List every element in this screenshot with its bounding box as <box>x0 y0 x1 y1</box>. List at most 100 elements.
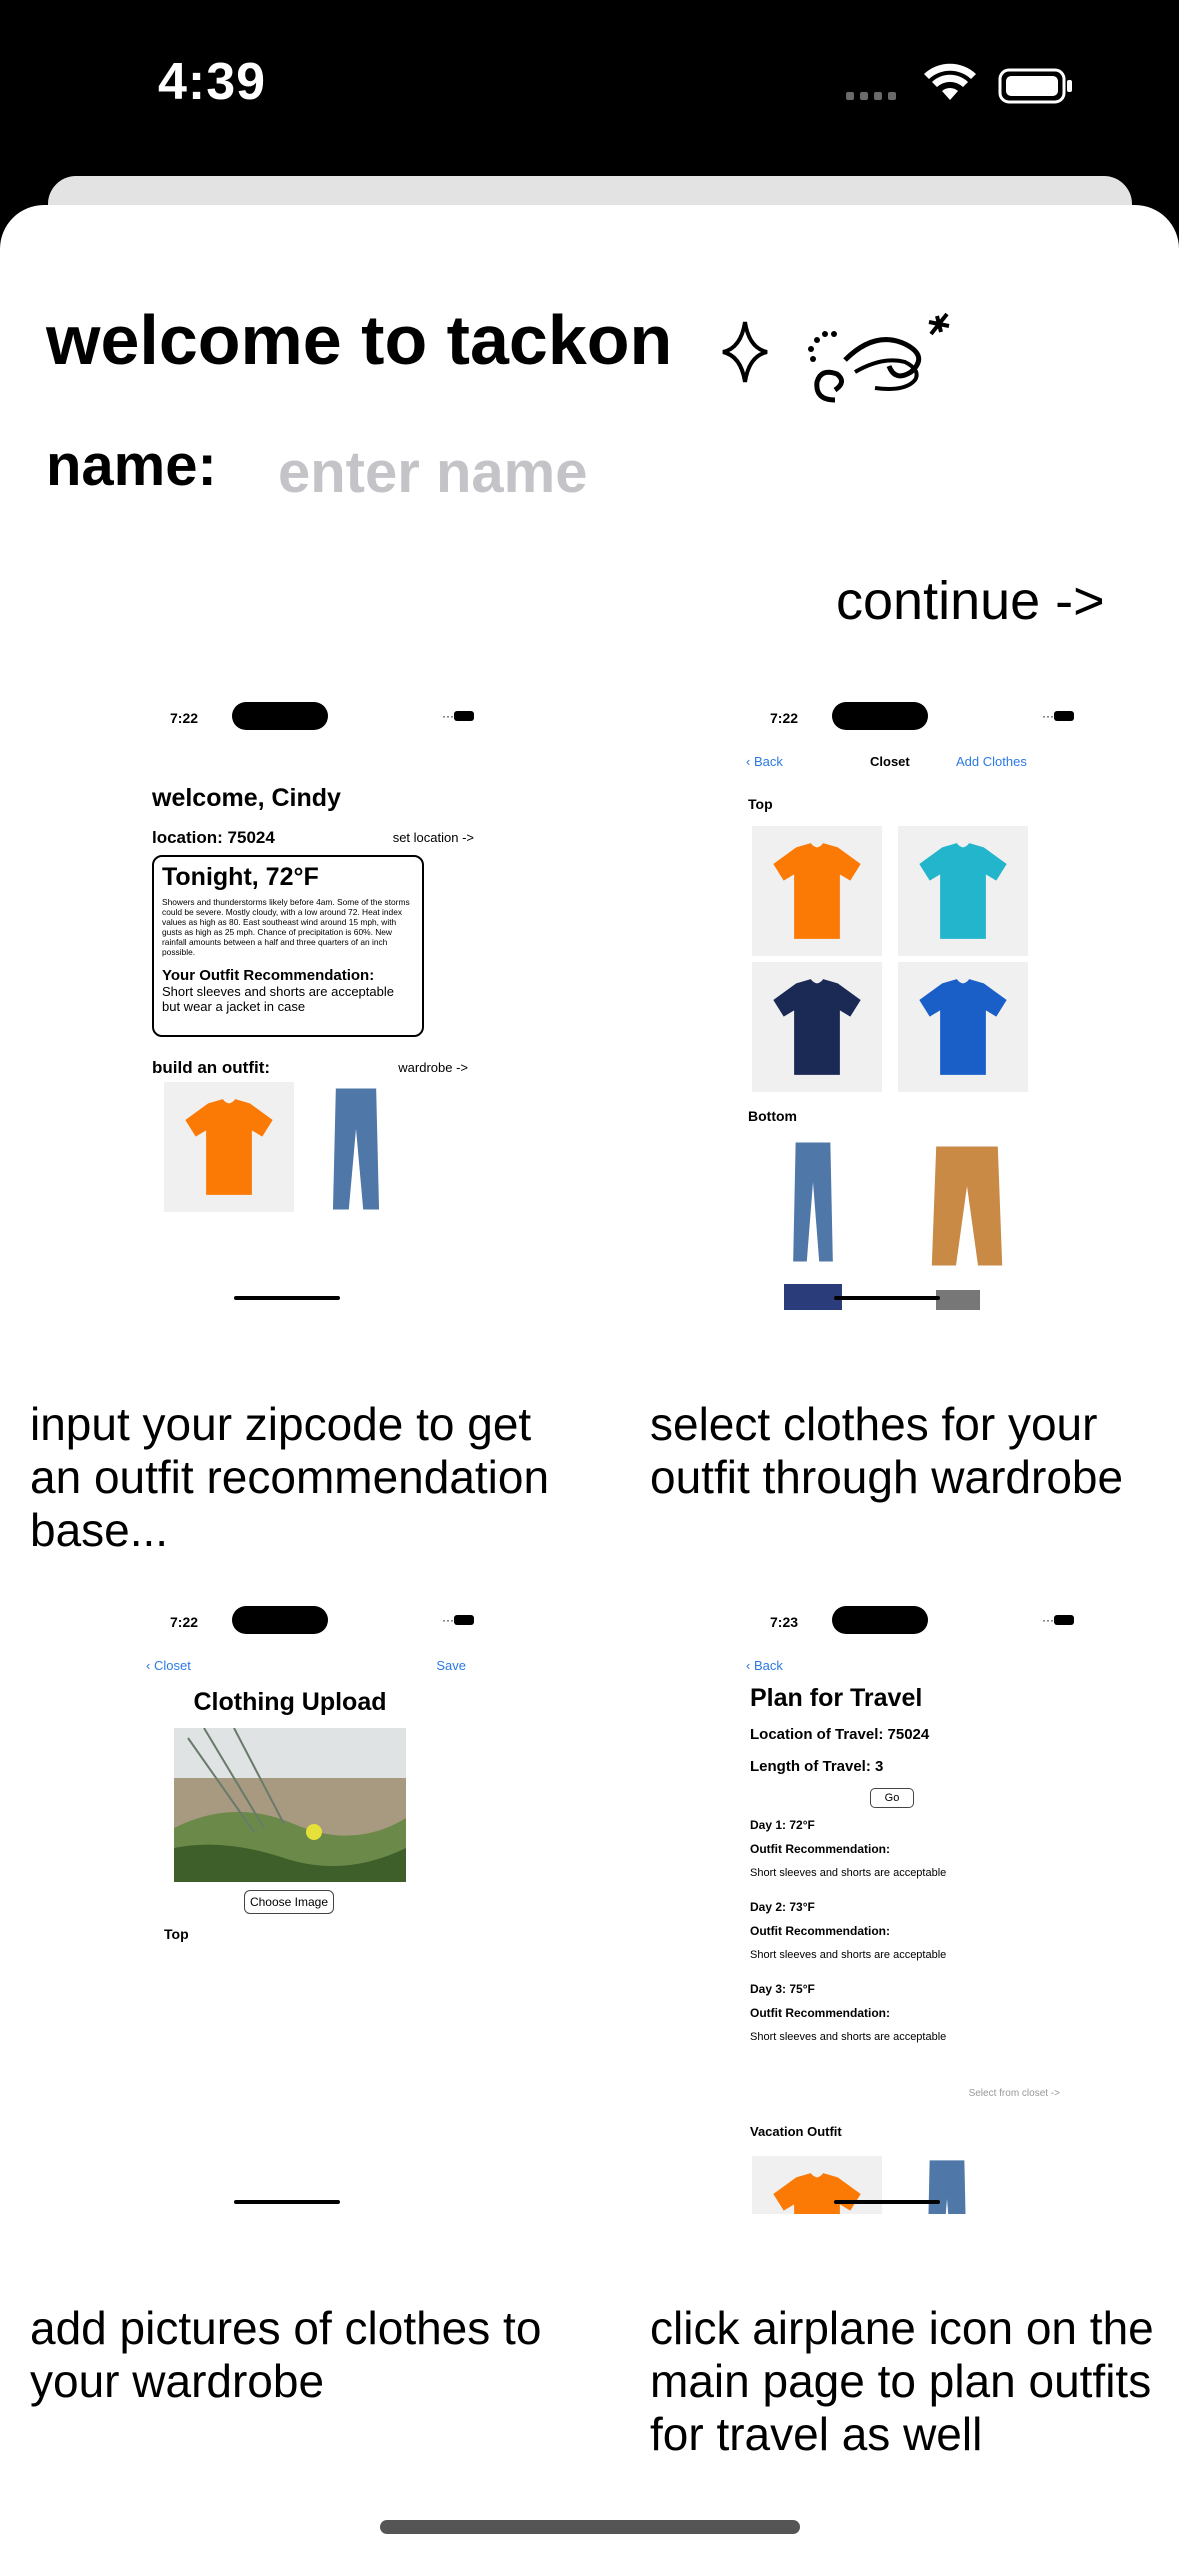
jeans-icon <box>793 1142 833 1262</box>
closet-top-item <box>752 962 882 1092</box>
go-button: Go <box>870 1788 914 1808</box>
orange-tshirt-icon <box>185 1099 273 1195</box>
add-clothes-button: Add Clothes <box>956 754 1027 769</box>
blue-tshirt-icon <box>919 979 1007 1075</box>
orange-shirt-thumbnail <box>164 1082 294 1212</box>
preview-travel-screen: 7:23 ··· ‹ Back Plan for Travel Location… <box>740 1604 1090 2214</box>
preview-upload-screen: 7:22 ··· ‹ Closet Save Clothing Upload C… <box>140 1604 490 2214</box>
back-label: Back <box>753 1658 783 1673</box>
continue-button[interactable]: continue -> <box>836 570 1105 632</box>
orange-tshirt-icon <box>773 2173 861 2214</box>
battery-icon <box>1054 1615 1074 1625</box>
weather-title: Tonight, 72°F <box>162 863 319 891</box>
recommendation-text: Short sleeves and shorts are acceptable … <box>162 984 394 1014</box>
dynamic-island <box>232 1606 328 1634</box>
dynamic-island <box>832 1606 928 1634</box>
preview-time: 7:23 <box>770 1614 799 1630</box>
day-forecast-item: Day 1: 72°F Outfit Recommendation: Short… <box>750 1818 1050 1900</box>
upload-save-button: Save <box>436 1658 466 1673</box>
battery-icon <box>998 68 1072 104</box>
welcome-title: welcome to tackon <box>46 301 673 379</box>
dynamic-island <box>232 702 328 730</box>
day-rec-text: Short sleeves and shorts are acceptable <box>750 1867 947 1879</box>
khaki-pants-icon <box>931 1146 1003 1266</box>
gray-pants-icon <box>936 1290 980 1310</box>
closet-top-item <box>898 826 1028 956</box>
upload-title: Clothing Upload <box>193 1688 387 1716</box>
preview-home-indicator <box>234 2200 340 2204</box>
set-location-link: set location -> <box>392 830 474 845</box>
name-input[interactable] <box>278 432 838 512</box>
wardrobe-link: wardrobe -> <box>398 1060 468 1075</box>
category-field: Top <box>164 1926 189 1942</box>
vacation-top-item <box>752 2156 882 2214</box>
home-indicator[interactable] <box>380 2520 800 2534</box>
preview-time: 7:22 <box>770 710 799 726</box>
day-rec-text: Short sleeves and shorts are acceptable <box>750 1949 947 1961</box>
preview-home-screen: 7:22 ··· welcome, Cindy location: 75024 … <box>140 700 490 1310</box>
preview-home-indicator <box>834 1296 940 1300</box>
preview-home-indicator <box>234 1296 340 1300</box>
wifi-icon: ··· <box>442 709 454 723</box>
closet-title: Closet <box>870 754 910 769</box>
select-from-closet-link: Select from closet -> <box>968 2088 1060 2099</box>
navy-tshirt-icon <box>773 979 861 1075</box>
wifi-icon: ··· <box>1042 709 1054 723</box>
day-rec-title: Outfit Recommendation: <box>750 2006 890 2020</box>
battery-icon <box>454 711 474 721</box>
upload-back-button: ‹ Closet <box>146 1658 191 1673</box>
back-label: Closet <box>153 1658 191 1673</box>
choose-image-button: Choose Image <box>244 1890 334 1914</box>
travel-back-button: ‹ Back <box>746 1658 783 1673</box>
battery-icon <box>1054 711 1074 721</box>
day-rec-title: Outfit Recommendation: <box>750 1924 890 1938</box>
preview-time: 7:22 <box>170 1614 199 1630</box>
caption-travel: click airplane icon on the main page to … <box>650 2302 1154 2460</box>
wifi-icon: ··· <box>1042 1613 1054 1627</box>
dynamic-island <box>832 702 928 730</box>
day-label: Day 3: 75°F <box>750 1982 815 1996</box>
jeans-icon <box>927 2160 967 2214</box>
cellular-signal-icon <box>846 92 896 100</box>
caption-closet: select clothes for your outfit through w… <box>650 1398 1124 1503</box>
preview-home-indicator <box>834 2200 940 2204</box>
day-forecast-list: Day 1: 72°F Outfit Recommendation: Short… <box>750 1818 1050 2064</box>
uploaded-plant-photo <box>174 1728 406 1882</box>
status-time: 4:39 <box>158 53 267 111</box>
bottom-section-label: Bottom <box>748 1108 797 1124</box>
day-label: Day 1: 72°F <box>750 1818 815 1832</box>
preview-time: 7:22 <box>170 710 199 726</box>
day-label: Day 2: 73°F <box>750 1900 815 1914</box>
weather-card: Tonight, 72°F Showers and thunderstorms … <box>152 855 424 1037</box>
closet-top-item <box>752 826 882 956</box>
closet-top-item <box>898 962 1028 1092</box>
name-label: name: <box>46 433 217 498</box>
home-greeting: welcome, Cindy <box>152 784 341 812</box>
preview-closet-screen: 7:22 ··· ‹ Back Closet Add Clothes Top B… <box>740 700 1090 1310</box>
day-forecast-item: Day 3: 75°F Outfit Recommendation: Short… <box>750 1982 1050 2064</box>
home-location: location: 75024 <box>152 828 275 847</box>
status-icons <box>846 63 1072 104</box>
travel-length: Length of Travel: 3 <box>750 1758 884 1775</box>
day-rec-text: Short sleeves and shorts are acceptable <box>750 2031 947 2043</box>
orange-tshirt-icon <box>773 843 861 939</box>
status-bar: 4:39 <box>0 0 1179 170</box>
travel-location: Location of Travel: 75024 <box>750 1726 930 1743</box>
vacation-outfit-label: Vacation Outfit <box>750 2124 842 2139</box>
build-outfit-label: build an outfit: <box>152 1058 271 1077</box>
sparkle-swirl-icon <box>722 312 950 403</box>
jeans-icon <box>332 1088 380 1210</box>
forecast-text: Showers and thunderstorms likely before … <box>162 897 410 957</box>
day-forecast-item: Day 2: 73°F Outfit Recommendation: Short… <box>750 1900 1050 1982</box>
back-label: Back <box>753 754 783 769</box>
caption-upload: add pictures of clothes to your wardrobe <box>30 2302 542 2407</box>
caption-home: input your zipcode to get an outfit reco… <box>30 1398 550 1556</box>
travel-title: Plan for Travel <box>750 1684 923 1712</box>
teal-tshirt-icon <box>919 843 1007 939</box>
day-rec-title: Outfit Recommendation: <box>750 1842 890 1856</box>
top-section-label: Top <box>748 796 773 812</box>
wifi-icon <box>924 63 976 100</box>
closet-back-button: ‹ Back <box>746 754 783 769</box>
wifi-icon: ··· <box>442 1613 454 1627</box>
recommendation-title: Your Outfit Recommendation: <box>162 967 375 984</box>
